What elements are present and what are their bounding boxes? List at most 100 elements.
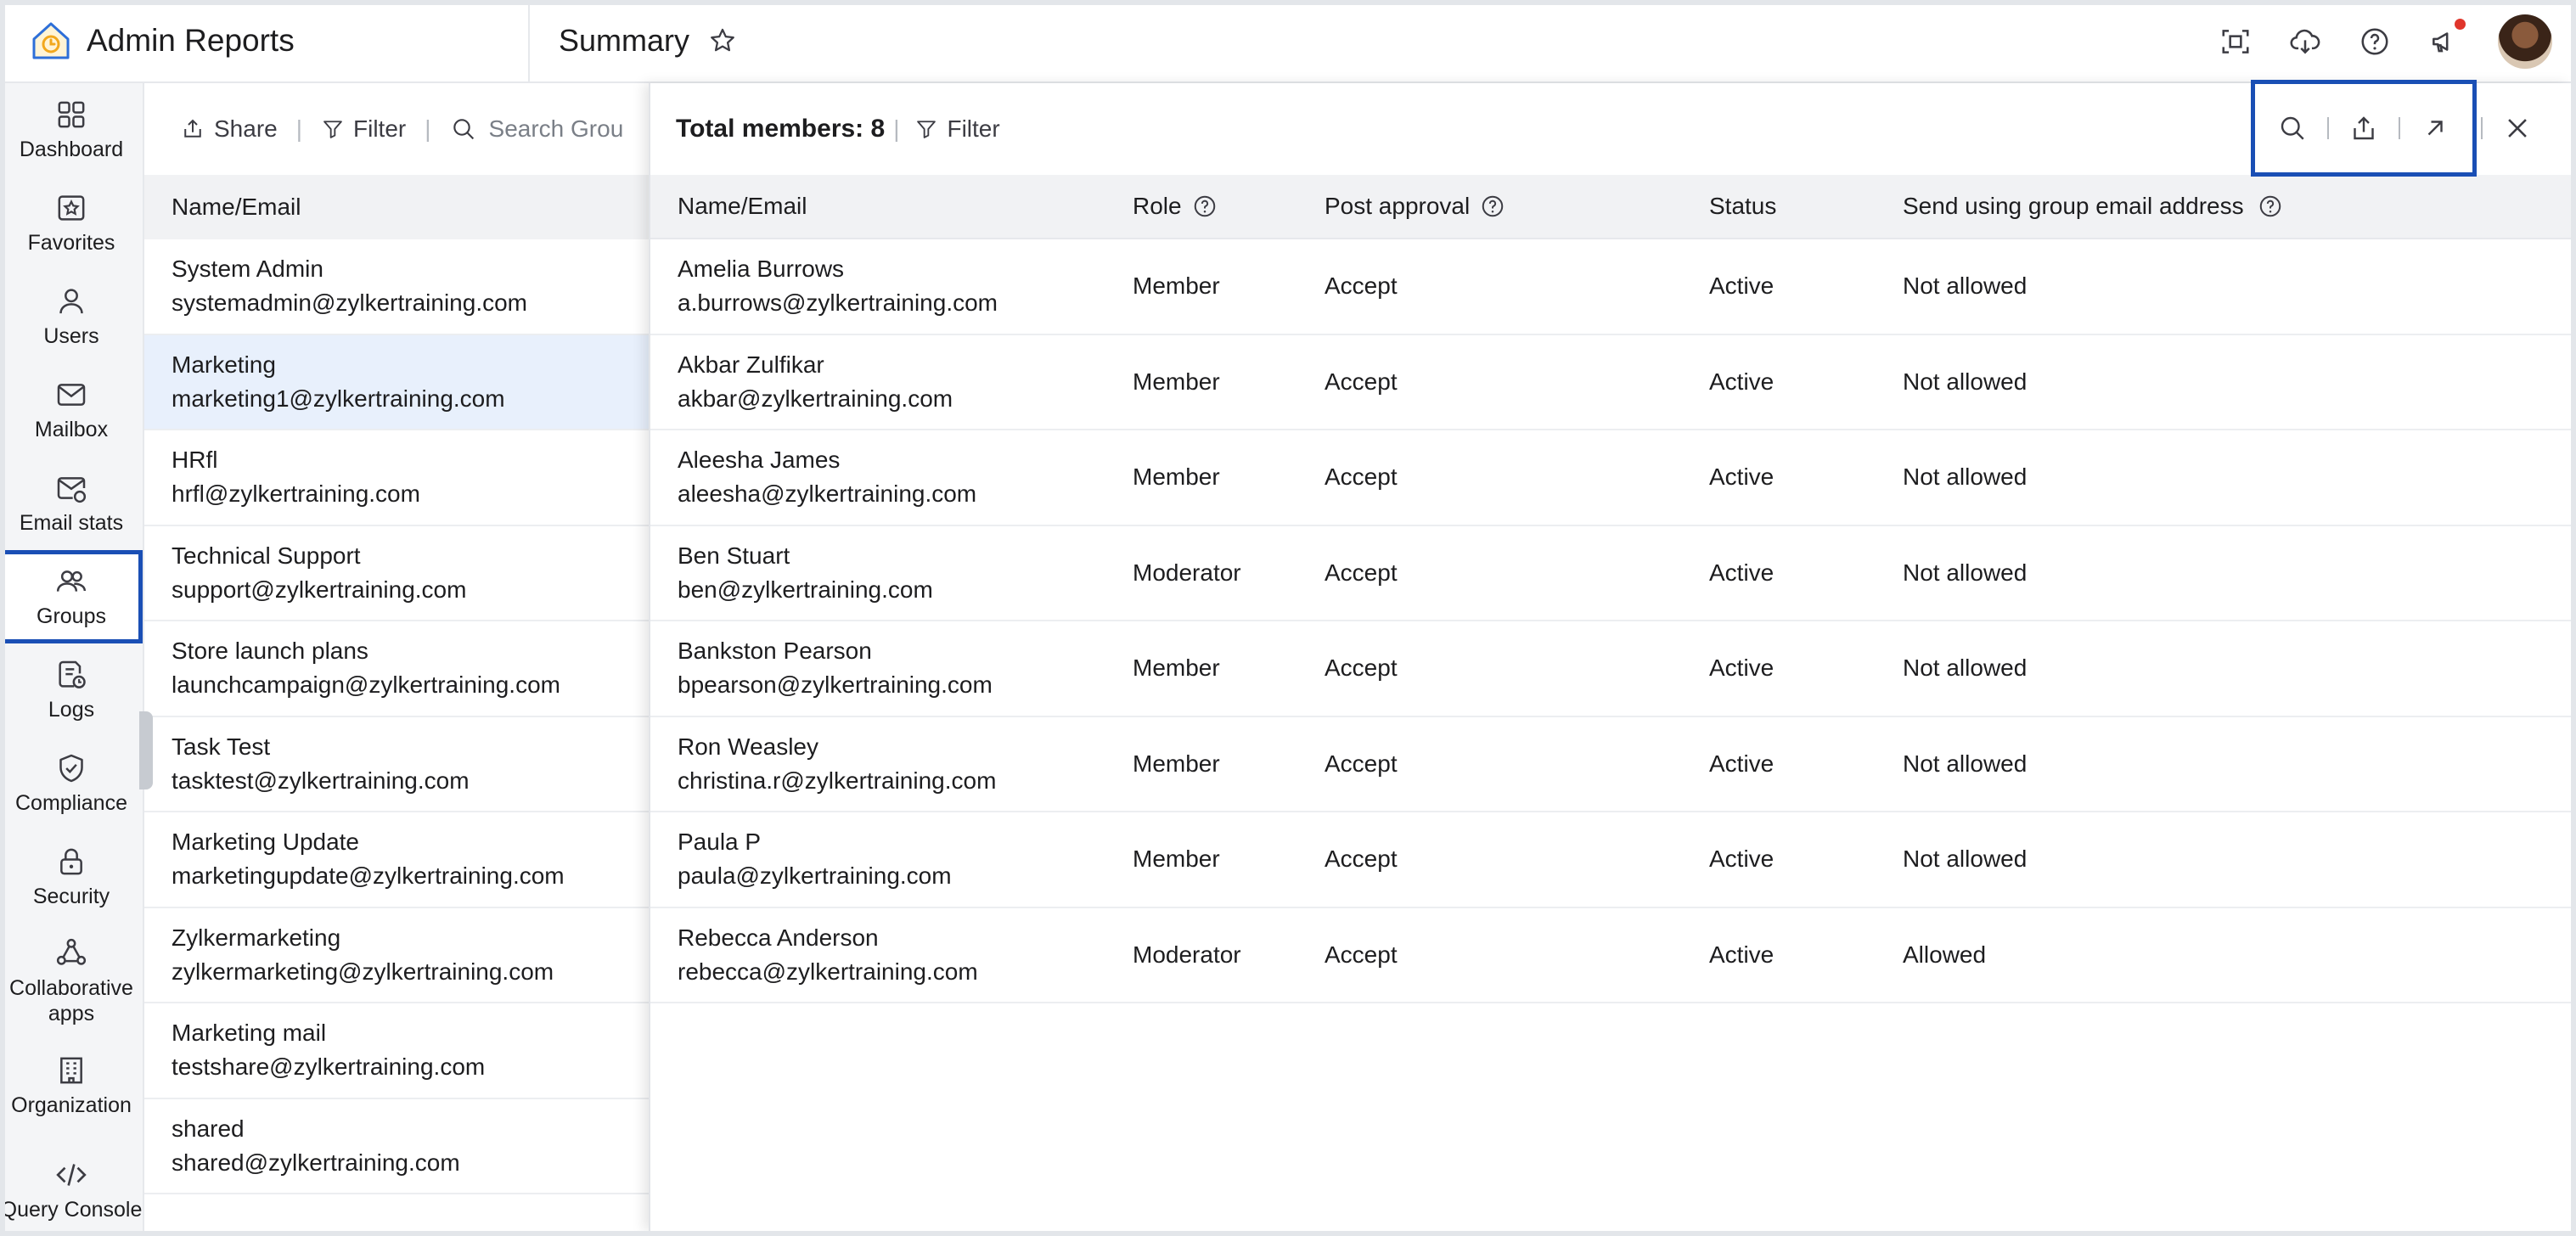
export-icon[interactable] <box>2348 113 2379 143</box>
help-circle-icon[interactable] <box>1192 194 1218 219</box>
share-icon <box>184 119 201 138</box>
group-row[interactable]: HRfl hrfl@zylkertraining.com <box>144 430 649 526</box>
nav-item-query-console[interactable]: Query Console <box>0 1132 143 1236</box>
nav-item-security[interactable]: Security <box>0 830 143 924</box>
nav-item-users[interactable]: Users <box>0 270 143 363</box>
nav-label: Groups <box>37 604 106 628</box>
member-row[interactable]: Aleesha James aleesha@zylkertraining.com… <box>650 430 2571 526</box>
announcements-button[interactable] <box>2428 19 2466 58</box>
member-name-cell: Ron Weasley christina.r@zylkertraining.c… <box>650 730 1133 798</box>
nav-item-groups[interactable]: Groups <box>0 550 143 643</box>
member-email: aleesha@zylkertraining.com <box>678 480 977 508</box>
column-header-send-using: Send using group email address <box>1903 193 2565 220</box>
member-name: Rebecca Anderson <box>678 924 879 951</box>
favorites-icon <box>58 195 85 221</box>
group-name: Marketing <box>172 351 276 378</box>
members-actions-highlight <box>2251 80 2477 177</box>
member-name: Aleesha James <box>678 447 841 474</box>
page-title-area: Summary <box>530 23 737 59</box>
member-send-permission: Not allowed <box>1903 846 2028 873</box>
toolbar-divider: | <box>893 115 900 142</box>
nav-item-mailbox[interactable]: Mailbox <box>0 363 143 457</box>
member-name-cell: Rebecca Anderson rebecca@zylkertraining.… <box>650 921 1133 989</box>
sidebar-collapse-handle[interactable] <box>139 711 153 789</box>
column-label: Role <box>1133 193 1182 219</box>
group-email: hrfl@zylkertraining.com <box>172 480 420 508</box>
nav-item-email-stats[interactable]: Email stats <box>0 457 143 550</box>
close-area <box>2481 114 2532 143</box>
share-button[interactable]: Share <box>180 115 278 143</box>
nav-item-dashboard[interactable]: Dashboard <box>0 83 143 177</box>
group-row[interactable]: Zylkermarketing zylkermarketing@zylkertr… <box>144 908 649 1003</box>
group-name: Marketing Update <box>172 829 360 856</box>
group-row[interactable]: Marketing mail testshare@zylkertraining.… <box>144 1003 649 1099</box>
group-row[interactable]: Technical Support support@zylkertraining… <box>144 526 649 621</box>
member-send-permission: Not allowed <box>1903 559 2028 586</box>
help-circle-icon[interactable] <box>2258 194 2283 219</box>
member-post-approval: Accept <box>1325 846 1398 873</box>
favorite-star-icon[interactable] <box>708 26 737 55</box>
member-send-permission: Allowed <box>1903 941 1987 968</box>
member-status: Active <box>1709 941 1775 968</box>
member-name-cell: Akbar Zulfikar akbar@zylkertraining.com <box>650 348 1133 416</box>
member-row[interactable]: Amelia Burrows a.burrows@zylkertraining.… <box>650 239 2571 335</box>
column-header-post-approval: Post approval <box>1325 193 1709 220</box>
nav-item-logs[interactable]: Logs <box>0 643 143 737</box>
groups-filter-button[interactable]: Filter <box>321 115 406 143</box>
compliance-icon <box>59 754 83 783</box>
help-circle-icon[interactable] <box>1480 194 1505 219</box>
group-row-selected[interactable]: Marketing marketing1@zylkertraining.com <box>144 334 649 430</box>
member-name-cell: Aleesha James aleesha@zylkertraining.com <box>650 443 1133 511</box>
screen-capture-icon[interactable] <box>2219 25 2252 58</box>
cloud-download-icon[interactable] <box>2289 25 2321 58</box>
group-row[interactable]: Store launch plans launchcampaign@zylker… <box>144 621 649 717</box>
member-post-approval: Accept <box>1325 559 1398 586</box>
members-filter-button[interactable]: Filter <box>914 115 1000 143</box>
nav-label: Mailbox <box>34 418 109 441</box>
search-icon <box>453 119 474 140</box>
group-row[interactable]: Marketing Update marketingupdate@zylkert… <box>144 812 649 908</box>
top-header: Admin Reports Summary <box>0 0 2576 83</box>
group-name: shared <box>172 1115 245 1142</box>
group-name: HRfl <box>172 447 218 474</box>
column-label: Send using group email address <box>1903 193 2244 219</box>
member-send-permission: Not allowed <box>1903 750 2028 777</box>
groups-column-header: Name/Email <box>144 175 649 239</box>
group-email: marketingupdate@zylkertraining.com <box>172 862 565 890</box>
open-in-new-icon[interactable] <box>2420 113 2450 143</box>
groups-search-input[interactable]: Search Grou <box>450 115 623 143</box>
help-icon[interactable] <box>2359 25 2391 58</box>
member-row[interactable]: Bankston Pearson bpearson@zylkertraining… <box>650 621 2571 717</box>
group-row[interactable]: shared shared@zylkertraining.com <box>144 1099 649 1194</box>
member-role: Member <box>1133 846 1220 873</box>
member-post-approval: Accept <box>1325 464 1398 491</box>
member-name: Ben Stuart <box>678 542 790 569</box>
column-label: Post approval <box>1325 193 1471 219</box>
nav-item-organization[interactable]: Organization <box>0 1039 143 1132</box>
groups-toolbar: Share | Filter | Search Grou <box>144 83 649 175</box>
member-email: akbar@zylkertraining.com <box>678 385 953 412</box>
search-icon[interactable] <box>2277 113 2308 143</box>
member-row[interactable]: Ben Stuart ben@zylkertraining.com Modera… <box>650 526 2571 621</box>
member-row[interactable]: Akbar Zulfikar akbar@zylkertraining.com … <box>650 335 2571 430</box>
group-row[interactable]: Task Test tasktest@zylkertraining.com <box>144 717 649 812</box>
member-name: Amelia Burrows <box>678 256 845 283</box>
query-console-icon <box>56 1164 87 1186</box>
nav-item-collaborative-apps[interactable]: Collaborative apps <box>0 924 143 1039</box>
filter-label: Filter <box>353 115 407 142</box>
member-name: Ron Weasley <box>678 733 819 760</box>
group-email: tasktest@zylkertraining.com <box>172 767 470 794</box>
nav-label: Query Console <box>0 1198 143 1222</box>
member-row[interactable]: Ron Weasley christina.r@zylkertraining.c… <box>650 717 2571 812</box>
member-row[interactable]: Rebecca Anderson rebecca@zylkertraining.… <box>650 908 2571 1003</box>
nav-item-favorites[interactable]: Favorites <box>0 177 143 270</box>
avatar[interactable] <box>2498 14 2552 69</box>
organization-icon <box>60 1057 82 1084</box>
group-email: launchcampaign@zylkertraining.com <box>172 671 560 699</box>
member-status: Active <box>1709 655 1775 682</box>
nav-item-compliance[interactable]: Compliance <box>0 737 143 830</box>
member-row[interactable]: Paula P paula@zylkertraining.com Member … <box>650 812 2571 908</box>
member-email: rebecca@zylkertraining.com <box>678 958 978 985</box>
group-row[interactable]: System Admin systemadmin@zylkertraining.… <box>144 239 649 335</box>
close-icon[interactable] <box>2503 114 2532 143</box>
